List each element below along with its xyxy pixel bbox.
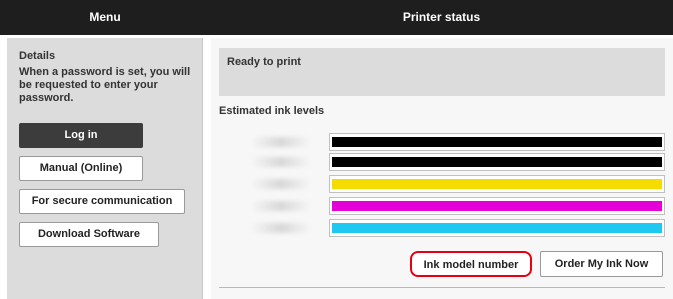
login-button[interactable]: Log in (19, 123, 143, 148)
status-text: Ready to print (227, 56, 301, 68)
password-note: When a password is set, you will be requ… (19, 66, 191, 104)
ink-cartridge-label (251, 157, 311, 167)
ink-model-number-button[interactable]: Ink model number (410, 251, 532, 277)
ink-level-track (329, 153, 665, 171)
ink-level-bar-magenta (332, 201, 662, 211)
secure-communication-button[interactable]: For secure communication (19, 189, 185, 214)
divider (219, 287, 665, 288)
order-ink-button[interactable]: Order My Ink Now (540, 251, 663, 277)
ink-level-bar-yellow (332, 179, 662, 189)
ink-cartridge-label (251, 179, 311, 189)
printer-status-panel: Ready to print Estimated ink levels Ink … (211, 38, 673, 299)
ink-cartridge-label (251, 223, 311, 233)
ink-level-track (329, 219, 665, 237)
ink-level-bar-cyan (332, 223, 662, 233)
printer-status-title: Printer status (402, 10, 481, 24)
ink-level-track (329, 175, 665, 193)
status-box: Ready to print (219, 48, 665, 96)
sidebar-menu: Details When a password is set, you will… (7, 38, 203, 299)
download-software-button[interactable]: Download Software (19, 222, 159, 247)
ink-cartridge-label (251, 201, 311, 211)
ink-levels-heading: Estimated ink levels (219, 105, 325, 117)
ink-level-track (329, 197, 665, 215)
header-bar: Menu Printer status (0, 0, 673, 35)
ink-level-bar-black (332, 137, 662, 147)
menu-title: Menu (89, 10, 121, 24)
ink-level-row (251, 153, 665, 171)
ink-level-bar-black (332, 157, 662, 167)
ink-level-row (251, 175, 665, 193)
details-heading: Details (19, 50, 56, 62)
ink-cartridge-label (251, 137, 311, 147)
manual-online-button[interactable]: Manual (Online) (19, 156, 143, 181)
ink-level-row (251, 133, 665, 151)
ink-level-row (251, 197, 665, 215)
ink-level-track (329, 133, 665, 151)
ink-level-row (251, 219, 665, 237)
